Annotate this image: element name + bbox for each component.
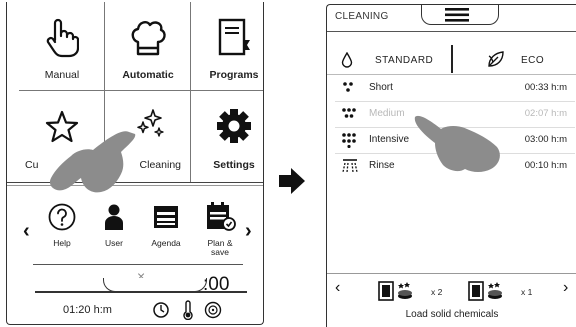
water-drop-icon [341, 52, 353, 68]
tab-label: ECO [521, 55, 545, 66]
shower-rinse-icon [342, 159, 358, 173]
fan-icon [204, 301, 222, 319]
shortcut-label: Help [53, 238, 71, 248]
cook-timer: :00 [203, 274, 230, 295]
plan-save-icon [207, 202, 236, 231]
shortcut-user[interactable]: User [87, 202, 141, 248]
tapping-hand-icon [414, 115, 500, 172]
tile-label: Programs [209, 69, 259, 81]
water-drops-icon [342, 133, 356, 148]
header-divider [327, 31, 576, 32]
tapping-hand-icon [49, 131, 136, 193]
program-duration: 03:00 h:m [524, 134, 567, 145]
tile-label: Settings [213, 159, 255, 171]
tab-label: STANDARD [375, 55, 434, 66]
hand-pointer-icon [46, 18, 79, 58]
chemicals-prev-arrow[interactable]: ‹ [335, 279, 340, 297]
shortcut-agenda[interactable]: Agenda [139, 202, 193, 248]
tile-programs[interactable]: Programs [191, 2, 263, 88]
program-duration: 02:07 h:m [524, 108, 567, 119]
row-divider [335, 101, 575, 102]
eco-leaf-icon [488, 51, 504, 67]
time-readout: 01:20 h:m [63, 304, 112, 316]
gear-icon [217, 109, 251, 143]
arrow-right-icon [279, 168, 305, 194]
shortcut-plan-save[interactable]: Plan & save [193, 202, 247, 257]
shortcut-label: save [211, 247, 229, 257]
tile-manual[interactable]: Manual [19, 2, 105, 88]
page-title: CLEANING [335, 11, 389, 22]
chemical-count: x 2 [431, 287, 443, 297]
chef-hat-icon [131, 21, 166, 56]
program-name: Short [369, 82, 393, 93]
tab-standard[interactable]: STANDARD [327, 45, 453, 73]
agenda-icon [154, 206, 178, 228]
chemicals-next-arrow[interactable]: › [563, 279, 568, 297]
chemical-slot [377, 279, 433, 310]
program-name: Medium [369, 108, 405, 119]
chemical-slot [467, 279, 523, 310]
shortcut-label: User [105, 238, 123, 248]
tile-automatic[interactable]: Automatic [105, 2, 191, 88]
oven-chemical-icon [468, 281, 502, 301]
shortcut-row: Help User Agenda Plan & save [7, 202, 263, 262]
tile-settings[interactable]: Settings [191, 92, 263, 178]
program-duration: 00:33 h:m [524, 82, 567, 93]
tile-label: Manual [44, 69, 80, 81]
water-drops-icon [342, 108, 356, 118]
book-icon [218, 18, 250, 56]
shortcut-help[interactable]: Help [35, 202, 89, 248]
program-name: Intensive [369, 134, 410, 145]
program-duration: 00:10 h:m [524, 160, 567, 171]
shortcut-label: Agenda [151, 238, 181, 248]
chemical-count: x 1 [521, 287, 533, 297]
tile-label: Automatic [122, 69, 174, 81]
water-drops-icon [343, 82, 353, 92]
program-name: Rinse [369, 160, 395, 171]
thermometer-icon [183, 300, 193, 321]
footer-divider [327, 273, 576, 274]
tab-eco[interactable]: ECO [455, 45, 576, 73]
timer-icon [153, 302, 169, 318]
drawer-handle[interactable] [103, 278, 207, 292]
status-icons [153, 300, 223, 324]
hamburger-menu-icon[interactable] [445, 8, 469, 22]
main-menu-screen: Manual Automatic Programs Cu Cleaning Se… [6, 2, 264, 325]
tab-divider [327, 74, 576, 75]
program-row-short[interactable]: Short 00:33 h:m [327, 77, 576, 101]
oven-chemical-icon [378, 281, 412, 301]
panel-divider [33, 264, 243, 265]
cleaning-screen: CLEANING STANDARD ECO Short 00:33 h:m Me… [326, 4, 576, 327]
footer-instruction: Load solid chemicals [405, 309, 499, 320]
grid-divider [19, 90, 263, 91]
